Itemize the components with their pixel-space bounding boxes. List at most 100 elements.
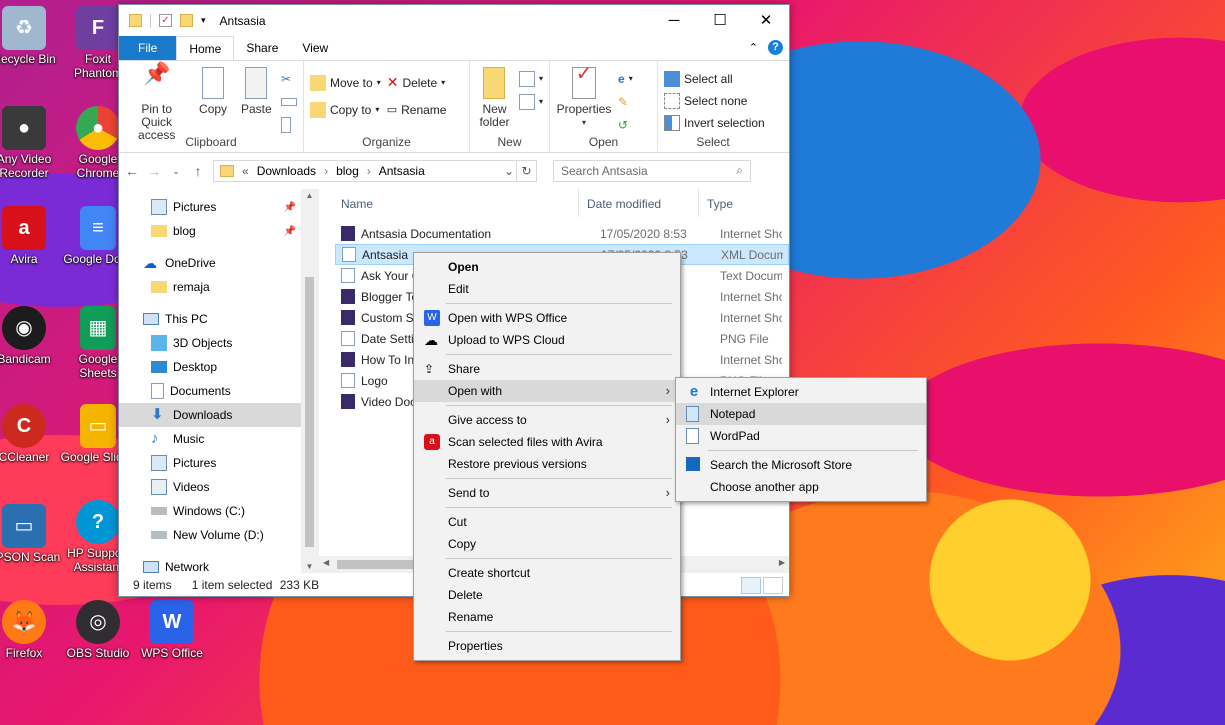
scroll-left-arrow-icon[interactable]: ◀ [323, 558, 329, 567]
nav-item-desktop[interactable]: Desktop [119, 355, 318, 379]
back-arrow-icon[interactable]: ← [125, 163, 139, 179]
select-none-button[interactable]: Select none [664, 91, 765, 110]
nav-item-blog[interactable]: blog 📌 [119, 219, 318, 243]
large-icons-view-icon[interactable] [763, 577, 783, 594]
desktop-icon-ccleaner[interactable]: C CCleaner [0, 404, 62, 464]
up-arrow-icon[interactable]: ↑ [191, 163, 205, 179]
menu-item-properties[interactable]: Properties [414, 635, 680, 657]
submenu-item-choose-another-app[interactable]: Choose another app [676, 476, 926, 498]
desktop-icon-wps-office[interactable]: W WPS Office [134, 600, 210, 660]
menu-item-scan-avira[interactable]: a Scan selected files with Avira [414, 431, 680, 453]
select-all-button[interactable]: Select all [664, 69, 765, 88]
paste-shortcut-button[interactable] [281, 115, 297, 134]
minimize-button[interactable]: ─ [651, 5, 697, 35]
desktop-icon-firefox[interactable]: 🦊 Firefox [0, 600, 62, 660]
submenu-item-internet-explorer[interactable]: e Internet Explorer [676, 381, 926, 403]
menu-item-rename[interactable]: Rename [414, 606, 680, 628]
breadcrumb-downloads[interactable]: Downloads [257, 164, 316, 178]
invert-selection-button[interactable]: Invert selection [664, 113, 765, 132]
search-box[interactable]: Search Antsasia ⌕ [553, 160, 751, 182]
desktop-icon-recycle-bin[interactable]: ♻ Recycle Bin [0, 6, 62, 66]
menu-item-share[interactable]: ⇪ Share [414, 358, 680, 380]
delete-button[interactable]: ✕ Delete ▾ [387, 73, 447, 92]
menu-item-give-access[interactable]: Give access to › [414, 409, 680, 431]
nav-item-pictures-pinned[interactable]: Pictures 📌 [119, 195, 318, 219]
nav-item-this-pc[interactable]: This PC [119, 307, 318, 331]
folder-icon[interactable] [129, 14, 142, 27]
edit-button[interactable]: ✎ [618, 92, 633, 111]
customize-toolbar-chevron-icon[interactable]: ▾ [201, 15, 206, 26]
refresh-icon[interactable]: ↻ [516, 161, 536, 181]
file-row[interactable]: Antsasia Documentation 17/05/2020 8:53 Int… [335, 223, 789, 244]
column-header-date[interactable]: Date modified [579, 189, 699, 217]
nav-item-downloads[interactable]: ⬇ Downloads [119, 403, 318, 427]
forward-arrow-icon[interactable]: → [147, 163, 161, 179]
nav-scrollbar-thumb[interactable] [305, 277, 314, 547]
pin-icon[interactable]: 📌 [284, 226, 296, 237]
menu-item-edit[interactable]: Edit [414, 278, 680, 300]
nav-item-remaja[interactable]: remaja [119, 275, 318, 299]
help-icon[interactable]: ? [768, 40, 783, 55]
history-button[interactable]: ↺ [618, 115, 633, 134]
details-view-icon[interactable] [741, 577, 761, 594]
column-header-name[interactable]: Name [319, 189, 579, 217]
properties-check-icon[interactable]: ✓ [159, 14, 172, 27]
cube-icon [151, 335, 167, 351]
scroll-up-arrow-icon[interactable]: ▲ [301, 189, 318, 200]
cut-button[interactable]: ✂ [281, 69, 297, 88]
open-button[interactable]: e ▾ [618, 69, 633, 88]
nav-item-new-volume-d[interactable]: New Volume (D:) [119, 523, 318, 547]
address-bar[interactable]: « Downloads › blog › Antsasia ⌄ ↻ [213, 160, 537, 182]
menu-item-send-to[interactable]: Send to › [414, 482, 680, 504]
nav-item-windows-c[interactable]: Windows (C:) [119, 499, 318, 523]
tab-view[interactable]: View [290, 36, 340, 60]
collapse-ribbon-chevron-icon[interactable]: ⌃ [749, 41, 758, 54]
menu-item-upload-wps-cloud[interactable]: ☁ Upload to WPS Cloud [414, 329, 680, 351]
desktop-icon-any-video-recorder[interactable]: ● Any Video Recorder [0, 106, 62, 180]
easy-access-button[interactable]: ▾ [518, 92, 543, 111]
submenu-item-wordpad[interactable]: WordPad [676, 425, 926, 447]
copy-path-button[interactable] [281, 92, 297, 111]
pin-icon[interactable]: 📌 [284, 202, 296, 213]
move-to-button[interactable]: Move to ▾ [310, 73, 381, 92]
column-headers: Name Date modified Type [319, 189, 789, 217]
scroll-right-arrow-icon[interactable]: ▶ [779, 558, 785, 567]
breadcrumb-blog[interactable]: blog [336, 164, 359, 178]
desktop-icon-bandicam[interactable]: ◉ Bandicam [0, 306, 62, 366]
menu-item-delete[interactable]: Delete [414, 584, 680, 606]
address-dropdown-chevron-icon[interactable]: ⌄ [504, 164, 514, 178]
menu-item-open-with-wps[interactable]: W Open with WPS Office [414, 307, 680, 329]
maximize-button[interactable]: ☐ [697, 5, 743, 35]
desktop-icon-epson-scan[interactable]: ▭ EPSON Scan [0, 504, 62, 564]
menu-item-restore-previous[interactable]: Restore previous versions [414, 453, 680, 475]
scroll-down-arrow-icon[interactable]: ▼ [301, 562, 318, 571]
column-header-type[interactable]: Type [699, 189, 789, 217]
tab-file[interactable]: File [119, 36, 177, 60]
nav-item-music[interactable]: ♪ Music [119, 427, 318, 451]
menu-item-create-shortcut[interactable]: Create shortcut [414, 562, 680, 584]
submenu-item-notepad[interactable]: Notepad [676, 403, 926, 425]
desktop-icon-obs-studio[interactable]: ◎ OBS Studio [60, 600, 136, 660]
menu-item-copy[interactable]: Copy [414, 533, 680, 555]
tab-share[interactable]: Share [234, 36, 290, 60]
copy-to-button[interactable]: Copy to ▾ [310, 100, 381, 119]
new-folder-icon[interactable] [180, 14, 193, 27]
close-button[interactable]: ✕ [743, 5, 789, 35]
menu-item-open-with[interactable]: Open with › [414, 380, 680, 402]
rename-button[interactable]: ▭ Rename [387, 100, 447, 119]
menu-item-open[interactable]: Open [414, 256, 680, 278]
desktop-icon-avira[interactable]: a Avira [0, 206, 62, 266]
nav-item-3d-objects[interactable]: 3D Objects [119, 331, 318, 355]
breadcrumb-antsasia[interactable]: Antsasia [379, 164, 425, 178]
nav-item-pictures[interactable]: Pictures [119, 451, 318, 475]
recent-chevron-icon[interactable]: ⌄ [169, 166, 183, 177]
nav-item-videos[interactable]: Videos [119, 475, 318, 499]
menu-item-cut[interactable]: Cut [414, 511, 680, 533]
tab-home[interactable]: Home [176, 36, 235, 60]
search-input[interactable]: Search Antsasia [561, 164, 648, 178]
nav-scrollbar[interactable]: ▲ ▼ [301, 189, 318, 573]
submenu-item-microsoft-store[interactable]: Search the Microsoft Store [676, 454, 926, 476]
nav-item-onedrive[interactable]: ☁ OneDrive [119, 251, 318, 275]
nav-item-documents[interactable]: Documents [119, 379, 318, 403]
new-item-button[interactable]: ▾ [518, 69, 543, 88]
